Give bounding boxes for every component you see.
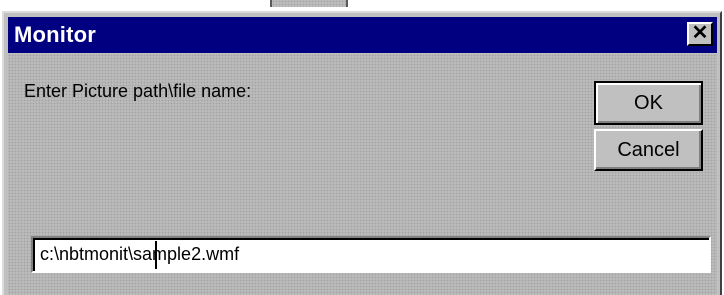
screen: Monitor ✕ Enter Picture path\file name: …	[0, 0, 724, 295]
path-prompt-label: Enter Picture path\file name:	[24, 81, 252, 101]
dialog-body: Enter Picture path\file name: OK Cancel	[8, 54, 717, 295]
file-path-input[interactable]	[31, 236, 711, 273]
close-icon: ✕	[691, 22, 709, 44]
title-bar[interactable]: Monitor ✕	[8, 17, 717, 53]
background-window-fragment	[270, 0, 348, 7]
monitor-dialog: Monitor ✕ Enter Picture path\file name: …	[2, 11, 722, 295]
text-caret	[155, 241, 157, 269]
close-button[interactable]: ✕	[687, 22, 713, 46]
window-title: Monitor	[14, 22, 97, 47]
cancel-button[interactable]: Cancel	[594, 129, 703, 171]
ok-button[interactable]: OK	[594, 81, 703, 125]
